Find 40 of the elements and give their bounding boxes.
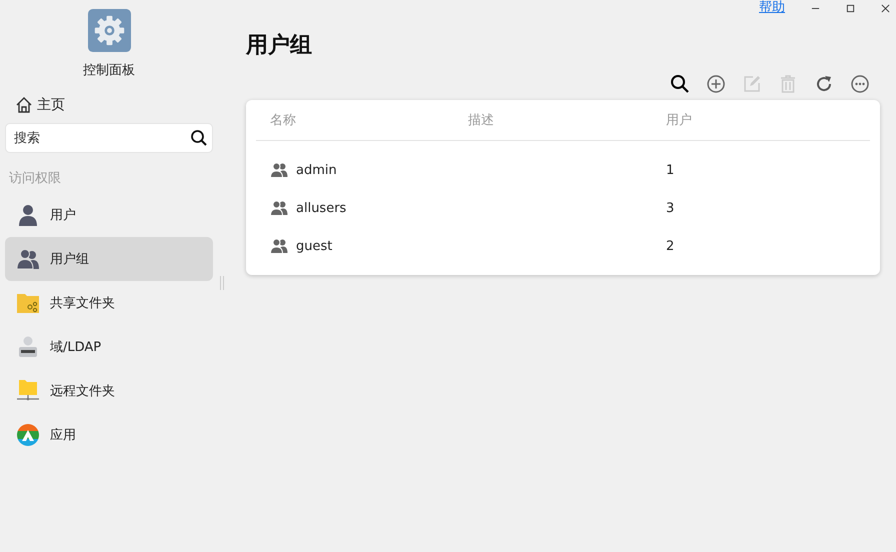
close-icon[interactable] xyxy=(881,4,890,12)
ldap-user-icon xyxy=(16,335,40,359)
folder-icon xyxy=(16,291,40,315)
more-icon[interactable] xyxy=(850,74,870,94)
search-icon[interactable] xyxy=(190,129,208,147)
app-title: 控制面板 xyxy=(83,62,135,79)
network-folder-icon xyxy=(16,379,40,403)
users-icon xyxy=(270,238,288,254)
column-header: 名称 xyxy=(270,112,297,129)
home-icon xyxy=(15,96,33,114)
users-icon xyxy=(270,200,288,216)
users-icon xyxy=(16,247,40,271)
gear-icon xyxy=(88,9,130,52)
group-name: allusers xyxy=(296,200,346,216)
search-field[interactable]: 搜索 xyxy=(5,123,213,153)
section-heading: 访问权限 xyxy=(9,170,62,187)
nav-item[interactable]: 用户 xyxy=(5,193,213,237)
nav-item[interactable]: 共享文件夹 xyxy=(5,281,213,325)
column-header: 用户 xyxy=(666,112,693,129)
group-name: admin xyxy=(296,162,337,178)
page-title: 用户组 xyxy=(246,32,313,60)
user-icon xyxy=(16,203,40,227)
home-link[interactable]: 主页 xyxy=(5,93,213,117)
user-count: 3 xyxy=(666,200,674,216)
group-name: guest xyxy=(296,238,332,254)
nav-item[interactable]: 域/LDAP xyxy=(5,325,213,369)
resize-handle[interactable] xyxy=(220,276,224,290)
app-icon xyxy=(16,423,40,447)
maximize-icon[interactable] xyxy=(846,4,855,12)
column-header: 描述 xyxy=(468,112,495,129)
user-count: 1 xyxy=(666,162,674,178)
users-icon xyxy=(270,162,288,178)
nav-item[interactable]: 应用 xyxy=(5,413,213,457)
nav-item[interactable]: 用户组 xyxy=(5,237,213,281)
nav-item[interactable]: 远程文件夹 xyxy=(5,369,213,413)
add-icon[interactable] xyxy=(706,74,726,94)
refresh-icon[interactable] xyxy=(814,74,834,94)
search-icon[interactable] xyxy=(670,74,690,94)
help-link[interactable]: 帮助 xyxy=(759,0,785,16)
user-count: 2 xyxy=(666,238,674,254)
